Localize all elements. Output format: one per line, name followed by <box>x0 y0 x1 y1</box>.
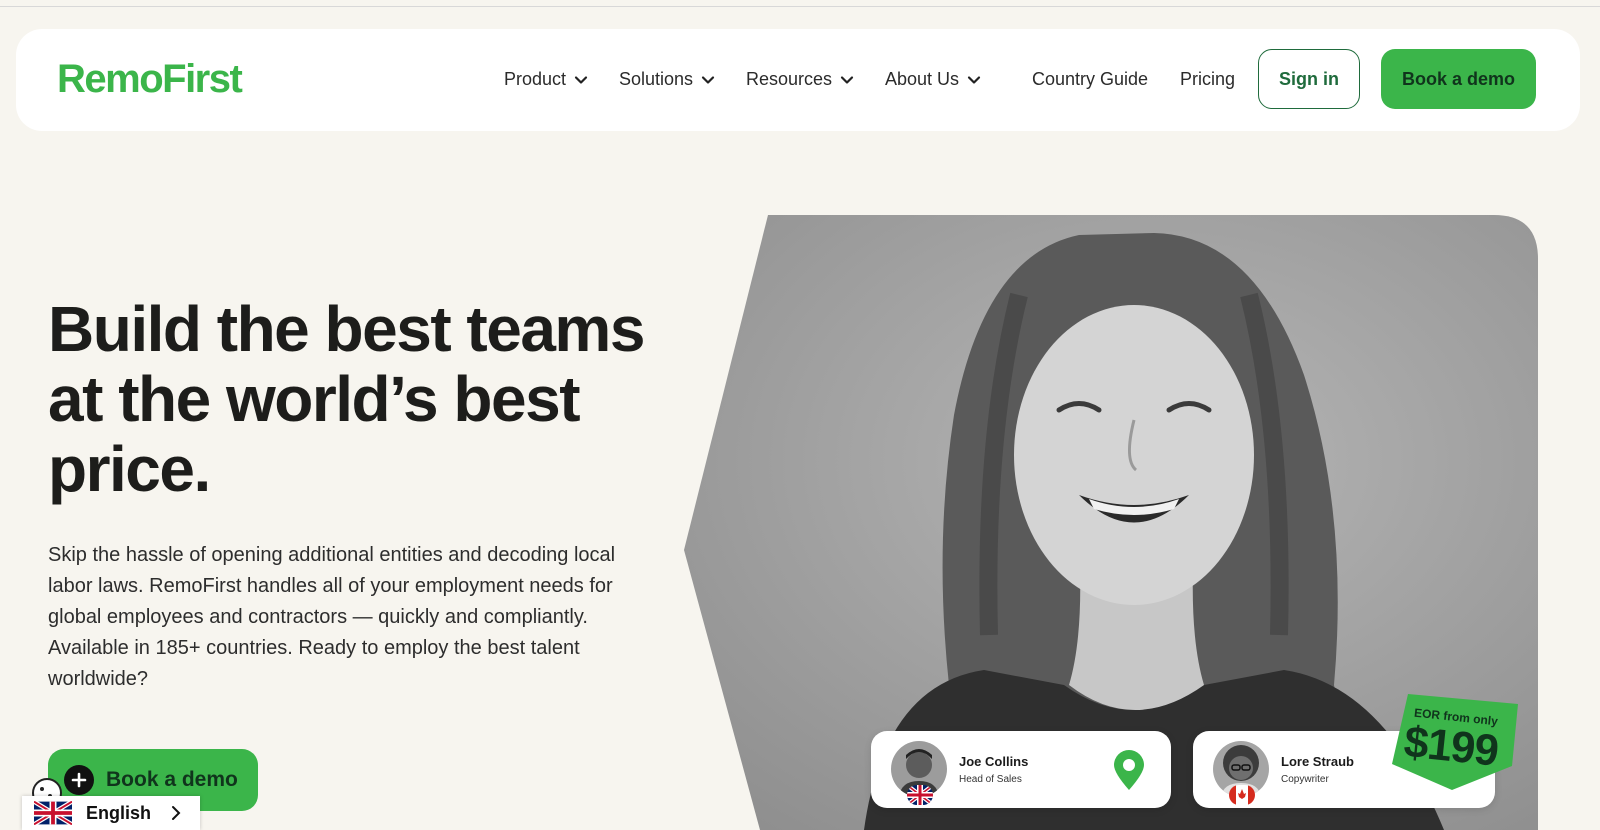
person-role: Copywriter <box>1281 774 1329 785</box>
nav-resources-label: Resources <box>746 69 833 89</box>
nav-country-guide[interactable]: Country Guide <box>1032 69 1148 90</box>
nav-product[interactable]: Product <box>504 69 588 90</box>
map-pin-icon <box>1114 750 1144 790</box>
nav-about-us[interactable]: About Us <box>885 69 981 90</box>
chevron-down-icon <box>701 75 715 84</box>
eor-price-tag: EOR from only $199 <box>1388 690 1522 794</box>
person-role: Head of Sales <box>959 774 1022 785</box>
price-value: $199 <box>1401 717 1501 776</box>
language-label: English <box>86 802 152 823</box>
hero-description: Skip the hassle of opening additional en… <box>48 544 616 690</box>
nav-solutions[interactable]: Solutions <box>619 69 715 90</box>
chevron-down-icon <box>574 75 588 84</box>
remofirst-logo[interactable]: RemoFirst <box>57 57 243 102</box>
nav-about-us-label: About Us <box>885 69 960 89</box>
nav-resources[interactable]: Resources <box>746 69 854 90</box>
hero-headline: Build the best teams at the world’s best… <box>48 293 645 505</box>
uk-flag-icon <box>34 801 72 825</box>
book-demo-button[interactable]: Book a demo <box>1381 49 1536 109</box>
canada-flag-icon <box>1229 785 1255 805</box>
person-card-joe-collins: Joe Collins Head of Sales <box>871 731 1171 808</box>
nav-product-label: Product <box>504 69 567 89</box>
chevron-down-icon <box>840 75 854 84</box>
nav-pricing[interactable]: Pricing <box>1180 69 1235 90</box>
nav-solutions-label: Solutions <box>619 69 694 89</box>
language-selector[interactable]: English <box>22 796 200 830</box>
site-navbar: RemoFirst Product Solutions Resources Ab… <box>16 29 1580 131</box>
plus-icon <box>64 765 94 795</box>
uk-flag-icon <box>907 785 933 805</box>
person-name: Joe Collins <box>959 754 1029 769</box>
chevron-right-icon <box>172 806 181 820</box>
chevron-down-icon <box>967 75 981 84</box>
person-name: Lore Straub <box>1281 754 1354 769</box>
sign-in-button[interactable]: Sign in <box>1258 49 1360 109</box>
hero-cta-label: Book a demo <box>106 768 238 791</box>
top-divider <box>0 6 1600 7</box>
